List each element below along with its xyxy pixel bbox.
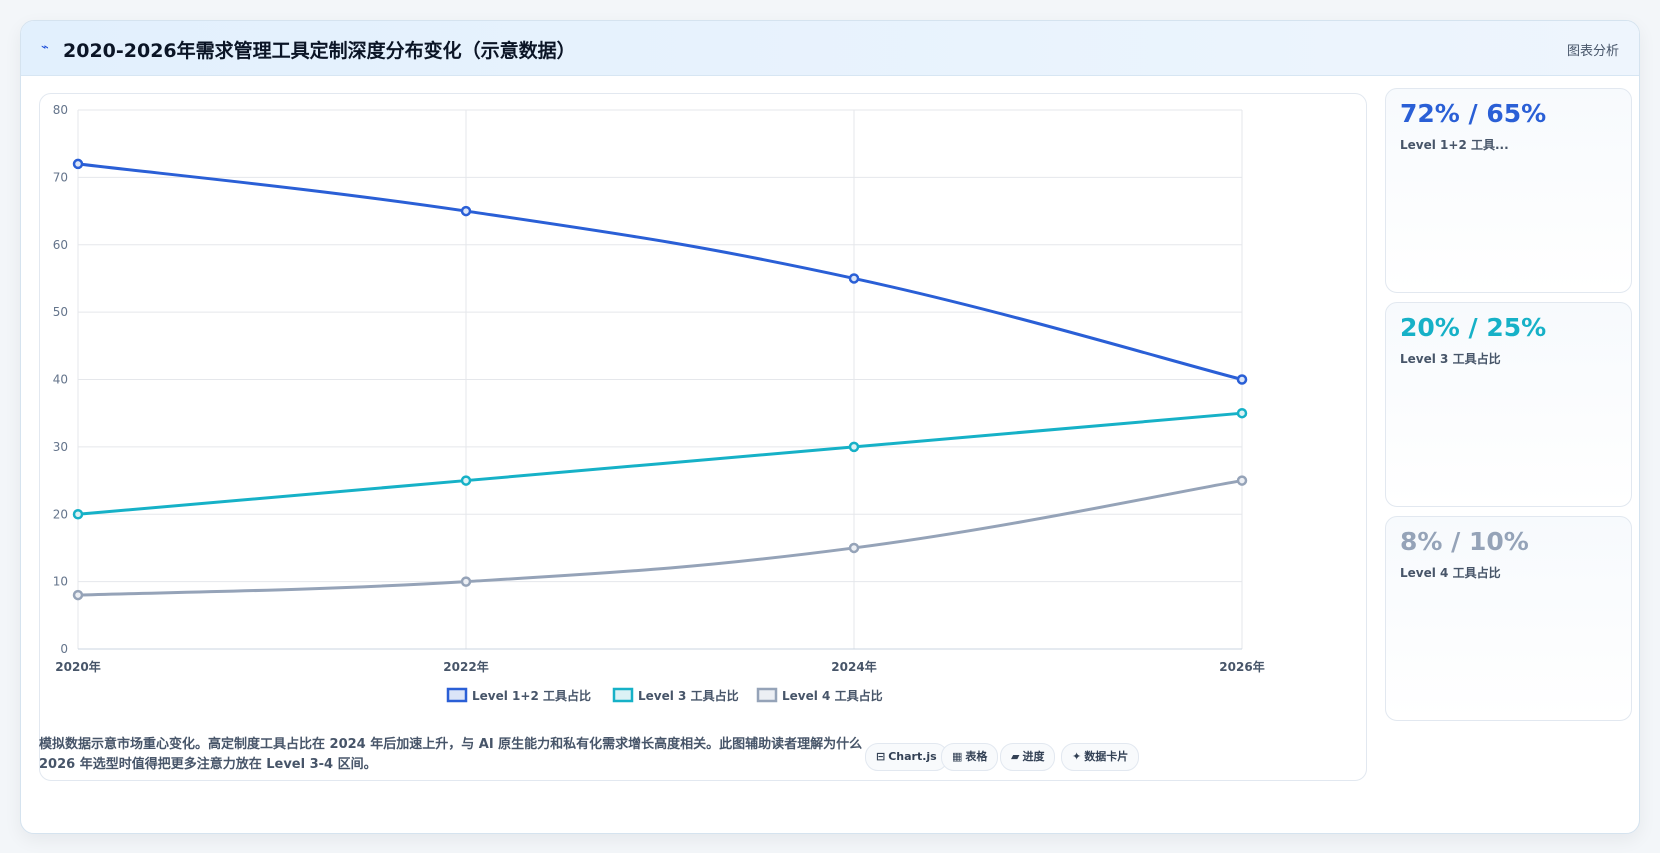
stat-value: 20% / 25%: [1400, 313, 1547, 342]
pill-label: 表格: [965, 750, 988, 763]
y-tick-label: 80: [53, 103, 68, 117]
chart-icon: ⊟: [876, 750, 886, 763]
pill-label: 数据卡片: [1084, 750, 1129, 763]
y-tick-label: 10: [53, 575, 68, 589]
y-tick-label: 70: [53, 170, 68, 184]
data-point: [460, 475, 472, 486]
data-point: [460, 205, 472, 217]
legend-swatch: [756, 687, 778, 703]
y-tick-label: 30: [53, 440, 68, 454]
table-icon: ▦: [952, 750, 963, 763]
data-point: [72, 589, 84, 601]
stat-card-level-4: 8% / 10% Level 4 工具占比: [1385, 516, 1632, 721]
stat-card-level-1-2: 72% / 65% Level 1+2 工具...: [1385, 88, 1632, 293]
x-tick-label: 2026年: [1219, 659, 1264, 674]
data-point: [72, 509, 84, 520]
data-point: [460, 576, 472, 587]
series-line: [77, 411, 1243, 516]
y-tick-label: 0: [60, 642, 68, 656]
pill-data-card[interactable]: ✦ 数据卡片: [1061, 743, 1140, 771]
legend-label: Level 3 工具占比: [638, 688, 739, 703]
y-tick-label: 40: [53, 373, 68, 387]
line-chart-container: 0 10 20 30 40 50 60 70 80 2020年 2022年 2024年 2026年 Lev…: [39, 93, 1367, 781]
data-point: [72, 158, 84, 170]
line-chart: 0 10 20 30 40 50 60 70 80 2020年 2022年 2024年 2026年 Lev…: [53, 103, 1265, 703]
data-point: [848, 273, 860, 284]
data-point: [848, 441, 860, 453]
y-tick-label: 60: [53, 238, 68, 252]
chart-analysis-tag: 图表分析: [1566, 44, 1619, 59]
chart-card: ⌁ 2020-2026年需求管理工具定制深度分布变化（示意数据） 图表分析 0 1…: [20, 20, 1640, 834]
x-tick-label: 2020年: [55, 659, 100, 674]
stat-label: Level 3 工具占比: [1400, 352, 1501, 366]
legend-swatch: [612, 687, 634, 703]
stat-label: Level 4 工具占比: [1400, 566, 1501, 580]
card-header: ⌁ 2020-2026年需求管理工具定制深度分布变化（示意数据） 图表分析: [21, 21, 1639, 76]
legend-swatch: [446, 687, 468, 703]
data-point: [1236, 475, 1248, 486]
y-tick-label: 20: [53, 507, 68, 521]
data-point: [1236, 374, 1248, 385]
progress-icon: ▰: [1011, 750, 1020, 763]
legend-label: Level 1+2 工具占比: [472, 688, 591, 703]
stat-card-level-3: 20% / 25% Level 3 工具占比: [1385, 302, 1632, 507]
pill-progress[interactable]: ▰ 进度: [1000, 743, 1056, 771]
data-point: [1236, 407, 1248, 419]
y-tick-label: 50: [53, 305, 68, 319]
stat-value: 8% / 10%: [1400, 527, 1529, 556]
pill-chartjs[interactable]: ⊟ Chart.js: [865, 743, 948, 771]
chart-footnote: 模拟数据示意市场重心变化。高定制度工具占比在 2024 年后加速上升，与 AI …: [39, 737, 863, 772]
pill-table[interactable]: ▦ 表格: [941, 743, 999, 771]
sparkle-icon: ✦: [1072, 750, 1082, 763]
page-title: 2020-2026年需求管理工具定制深度分布变化（示意数据）: [63, 40, 576, 62]
stat-value: 72% / 65%: [1400, 99, 1547, 128]
pill-label: 进度: [1022, 750, 1045, 763]
stat-label: Level 1+2 工具...: [1400, 138, 1509, 152]
pill-label: Chart.js: [888, 750, 937, 763]
chart-line-icon: ⌁: [41, 40, 49, 55]
data-point: [848, 542, 860, 554]
series-line: [77, 162, 1243, 381]
legend-label: Level 4 工具占比: [782, 688, 883, 703]
x-tick-label: 2022年: [443, 659, 488, 674]
x-tick-label: 2024年: [831, 659, 876, 674]
